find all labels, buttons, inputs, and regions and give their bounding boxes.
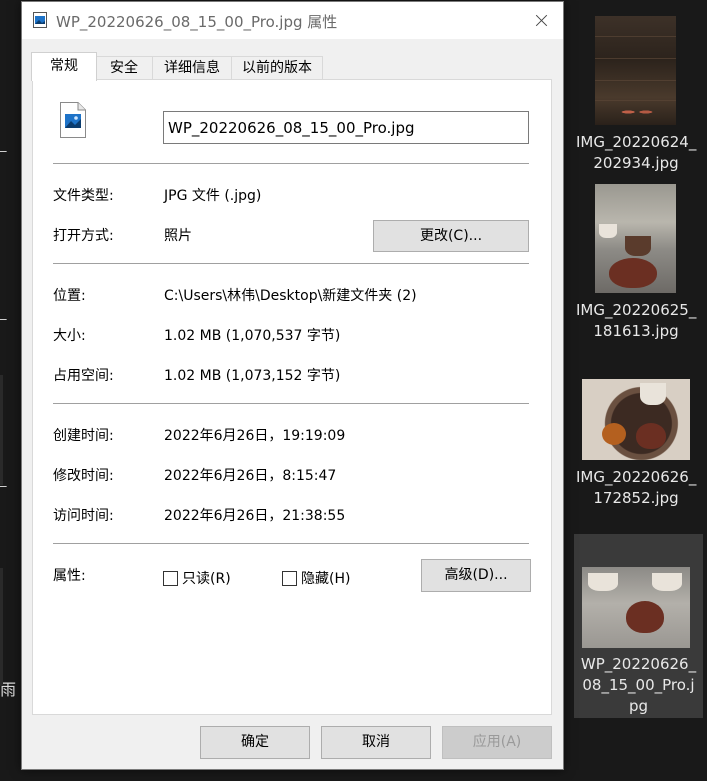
location-label: 位置:	[53, 288, 86, 304]
ok-button[interactable]: 确定	[200, 726, 310, 759]
open-with-value: 照片	[164, 228, 192, 244]
checkbox-box[interactable]	[282, 570, 297, 586]
cancel-button[interactable]: 取消	[321, 726, 431, 759]
thumbnail-image-floor[interactable]	[595, 16, 676, 125]
thumbnail-image-tea-tray[interactable]	[582, 379, 690, 460]
size-on-disk-label: 占用空间:	[53, 368, 114, 384]
readonly-checkbox[interactable]: 只读(R)	[163, 568, 231, 588]
file-name-line: IMG_20220626_	[576, 468, 697, 486]
separator	[53, 403, 529, 404]
file-name-line: IMG_20220625_	[576, 301, 697, 319]
file-type-value: JPG 文件 (.jpg)	[164, 188, 262, 204]
size-label: 大小:	[53, 328, 86, 344]
apply-button[interactable]: 应用(A)	[442, 726, 552, 759]
file-name-line: 172852.jpg	[593, 489, 679, 507]
close-button[interactable]	[517, 2, 563, 39]
created-value: 2022年6月26日，19:19:09	[164, 428, 346, 444]
properties-dialog: WP_20220626_08_15_00_Pro.jpg 属性 常规 安全 详细…	[21, 1, 564, 770]
size-on-disk-value: 1.02 MB (1,073,152 字节)	[164, 368, 341, 384]
thumbnail-image-teapot[interactable]	[595, 184, 676, 293]
file-name-line: 181613.jpg	[593, 322, 679, 340]
checkbox-box[interactable]	[163, 570, 178, 586]
separator	[53, 263, 529, 264]
general-panel: 文件类型: JPG 文件 (.jpg) 打开方式: 照片 更改(C)... 位置…	[32, 79, 552, 715]
file-name-field[interactable]	[163, 111, 529, 144]
file-item[interactable]: IMG_20220625_ 181613.jpg	[576, 300, 696, 342]
file-type-label: 文件类型:	[53, 188, 114, 204]
created-label: 创建时间:	[53, 428, 114, 444]
open-with-label: 打开方式:	[53, 228, 114, 244]
separator	[53, 163, 529, 164]
dialog-title: WP_20220626_08_15_00_Pro.jpg 属性	[56, 13, 338, 31]
readonly-checkbox-label: 只读(R)	[182, 571, 231, 587]
change-button[interactable]: 更改(C)...	[373, 220, 529, 252]
modified-value: 2022年6月26日，8:15:47	[164, 468, 337, 484]
accessed-value: 2022年6月26日，21:38:55	[164, 508, 346, 524]
file-item[interactable]: IMG_20220624_ 202934.jpg	[576, 132, 696, 174]
file-name-line: IMG_20220624_	[576, 133, 697, 151]
edge-fragment: _	[0, 138, 7, 153]
tab-general[interactable]: 常规	[31, 52, 97, 81]
file-item[interactable]: IMG_20220626_ 172852.jpg	[576, 467, 696, 509]
accessed-label: 访问时间:	[53, 508, 114, 524]
hidden-checkbox-label: 隐藏(H)	[301, 571, 351, 587]
title-bar[interactable]: WP_20220626_08_15_00_Pro.jpg 属性	[22, 2, 563, 39]
edge-fragment: _	[0, 306, 7, 321]
left-bar	[0, 568, 3, 686]
file-name-line: pg	[628, 697, 649, 715]
modified-label: 修改时间:	[53, 468, 114, 484]
image-file-icon	[60, 102, 86, 138]
image-file-icon	[33, 12, 47, 28]
advanced-button[interactable]: 高级(D)...	[421, 559, 531, 592]
file-name-line: 08_15_00_Pro.j	[582, 676, 695, 694]
attributes-label: 属性:	[53, 568, 86, 584]
tab-security[interactable]: 安全	[95, 56, 153, 80]
file-name-line: WP_20220626_	[580, 655, 697, 673]
hidden-checkbox[interactable]: 隐藏(H)	[282, 568, 350, 588]
thumbnail-image-teapot[interactable]	[582, 567, 690, 648]
location-value: C:\Users\林伟\Desktop\新建文件夹 (2)	[164, 288, 417, 304]
file-name-line: 202934.jpg	[593, 154, 679, 172]
separator	[53, 543, 529, 544]
left-bar	[0, 375, 3, 485]
tab-details[interactable]: 详细信息	[152, 56, 232, 80]
size-value: 1.02 MB (1,070,537 字节)	[164, 328, 341, 344]
tab-previous-versions[interactable]: 以前的版本	[231, 56, 323, 80]
